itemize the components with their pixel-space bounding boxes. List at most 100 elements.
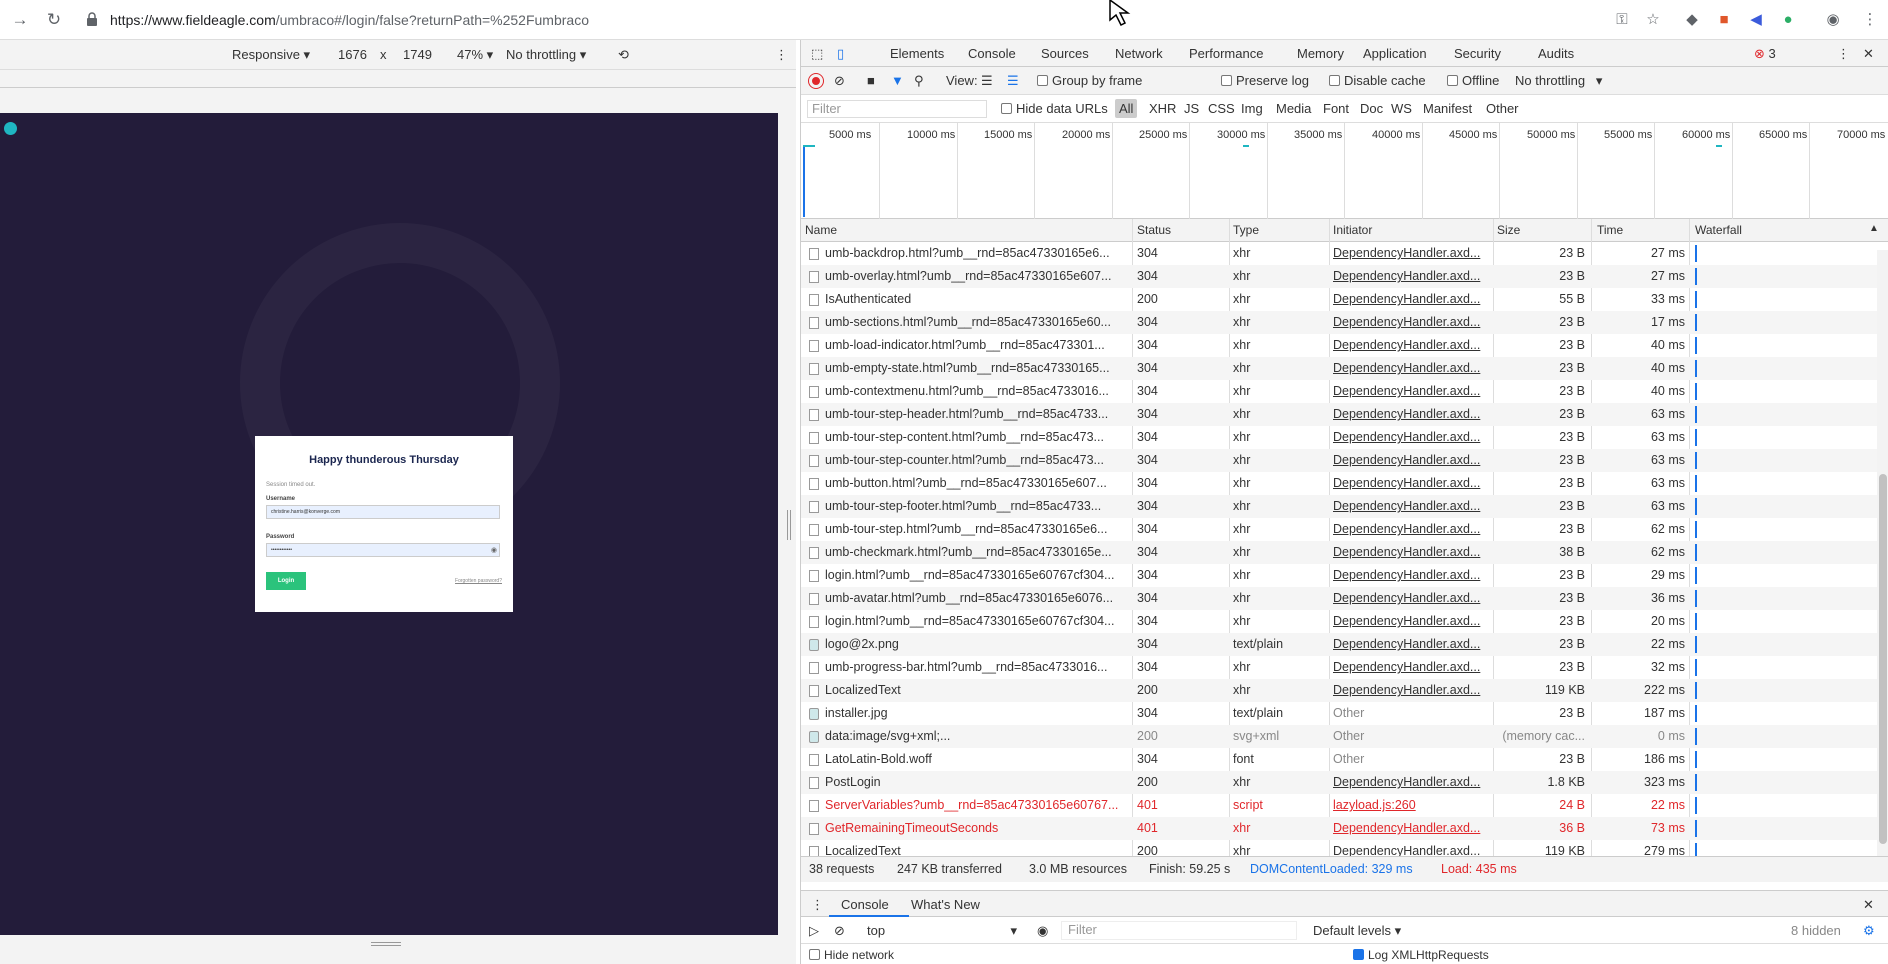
table-row[interactable]: umb-tour-step-header.html?umb__rnd=85ac4… bbox=[801, 403, 1888, 426]
table-row[interactable]: umb-progress-bar.html?umb__rnd=85ac47330… bbox=[801, 656, 1888, 679]
cell-initiator[interactable]: DependencyHandler.axd... bbox=[1333, 771, 1489, 794]
filter-media[interactable]: Media bbox=[1276, 101, 1311, 116]
device-mode-select[interactable]: Responsive ▾ bbox=[232, 47, 310, 63]
table-row[interactable]: umb-tour-step-counter.html?umb__rnd=85ac… bbox=[801, 449, 1888, 472]
filter-doc[interactable]: Doc bbox=[1360, 101, 1383, 116]
cell-initiator[interactable]: DependencyHandler.axd... bbox=[1333, 495, 1489, 518]
table-row[interactable]: umb-checkmark.html?umb__rnd=85ac47330165… bbox=[801, 541, 1888, 564]
drawer-tab-console[interactable]: Console bbox=[841, 897, 889, 912]
col-initiator[interactable]: Initiator bbox=[1333, 223, 1372, 237]
tab-sources[interactable]: Sources bbox=[1041, 46, 1089, 61]
sort-icon[interactable]: ▲ bbox=[1869, 223, 1879, 234]
table-row[interactable]: PostLogin 200 xhr DependencyHandler.axd... 1… bbox=[801, 771, 1888, 794]
log-xhr-checkbox[interactable]: Log XMLHttpRequests bbox=[1353, 948, 1489, 962]
forgotten-password-link[interactable]: Forgotten password? bbox=[455, 578, 502, 584]
scrollbar-thumb[interactable] bbox=[1879, 474, 1887, 844]
cell-initiator[interactable]: DependencyHandler.axd... bbox=[1333, 679, 1489, 702]
cell-initiator[interactable]: DependencyHandler.axd... bbox=[1333, 357, 1489, 380]
network-throttling-select[interactable]: No throttling ▾ bbox=[1515, 73, 1602, 89]
inspect-icon[interactable]: ⬚ bbox=[811, 46, 823, 62]
cell-initiator[interactable]: DependencyHandler.axd... bbox=[1333, 541, 1489, 564]
close-icon[interactable]: ✕ bbox=[1863, 897, 1874, 913]
tab-memory[interactable]: Memory bbox=[1297, 46, 1344, 61]
cell-initiator[interactable]: DependencyHandler.axd... bbox=[1333, 564, 1489, 587]
cell-initiator[interactable]: DependencyHandler.axd... bbox=[1333, 817, 1489, 840]
table-row[interactable]: login.html?umb__rnd=85ac47330165e60767cf… bbox=[801, 610, 1888, 633]
close-icon[interactable]: ✕ bbox=[1863, 46, 1874, 62]
address-bar[interactable]: https://www.fieldeagle.com/umbraco#/logi… bbox=[110, 12, 589, 28]
screenshot-icon[interactable]: ■ bbox=[867, 73, 875, 88]
record-icon[interactable] bbox=[809, 74, 823, 88]
width-input[interactable]: 1676 bbox=[338, 47, 367, 62]
clear-console-icon[interactable]: ⊘ bbox=[834, 923, 845, 939]
cell-initiator[interactable]: DependencyHandler.axd... bbox=[1333, 633, 1489, 656]
error-badge[interactable]: ⊗ 3 bbox=[1754, 46, 1776, 62]
drawer-tab-whats-new[interactable]: What's New bbox=[911, 897, 980, 912]
table-row[interactable]: logo@2x.png 304 text/plain DependencyHandle… bbox=[801, 633, 1888, 656]
table-row[interactable]: umb-contextmenu.html?umb__rnd=85ac473301… bbox=[801, 380, 1888, 403]
table-row[interactable]: umb-overlay.html?umb__rnd=85ac47330165e6… bbox=[801, 265, 1888, 288]
cell-initiator[interactable]: DependencyHandler.axd... bbox=[1333, 426, 1489, 449]
col-status[interactable]: Status bbox=[1137, 223, 1171, 237]
table-row[interactable]: umb-tour-step.html?umb__rnd=85ac47330165… bbox=[801, 518, 1888, 541]
cell-initiator[interactable]: DependencyHandler.axd... bbox=[1333, 587, 1489, 610]
tab-audits[interactable]: Audits bbox=[1538, 46, 1574, 61]
eye-icon[interactable]: ◉ bbox=[491, 546, 497, 554]
disable-cache-checkbox[interactable]: Disable cache bbox=[1329, 73, 1426, 88]
cell-initiator[interactable]: DependencyHandler.axd... bbox=[1333, 288, 1489, 311]
table-row[interactable]: GetRemainingTimeoutSeconds 401 xhr Dependen… bbox=[801, 817, 1888, 840]
extension-icon-3[interactable]: ◀ bbox=[1746, 10, 1766, 30]
cell-initiator[interactable]: DependencyHandler.axd... bbox=[1333, 380, 1489, 403]
col-size[interactable]: Size bbox=[1497, 223, 1520, 237]
filter-icon[interactable]: ▼ bbox=[891, 73, 904, 88]
rotate-icon[interactable]: ⟲ bbox=[618, 47, 629, 63]
table-row[interactable]: umb-tour-step-content.html?umb__rnd=85ac… bbox=[801, 426, 1888, 449]
table-row[interactable]: umb-load-indicator.html?umb__rnd=85ac473… bbox=[801, 334, 1888, 357]
cell-initiator[interactable]: DependencyHandler.axd... bbox=[1333, 518, 1489, 541]
extension-icon-4[interactable]: ● bbox=[1778, 10, 1798, 30]
throttling-select[interactable]: No throttling ▾ bbox=[506, 47, 586, 63]
sidebar-toggle-icon[interactable]: ▷ bbox=[809, 923, 819, 939]
filter-css[interactable]: CSS bbox=[1208, 101, 1235, 116]
zoom-select[interactable]: 47% ▾ bbox=[457, 47, 493, 63]
key-icon[interactable]: ⚿ bbox=[1612, 10, 1632, 30]
cell-initiator[interactable]: DependencyHandler.axd... bbox=[1333, 656, 1489, 679]
cell-initiator[interactable]: DependencyHandler.axd... bbox=[1333, 403, 1489, 426]
table-row[interactable]: umb-tour-step-footer.html?umb__rnd=85ac4… bbox=[801, 495, 1888, 518]
cell-initiator[interactable]: DependencyHandler.axd... bbox=[1333, 334, 1489, 357]
reload-icon[interactable]: ↻ bbox=[42, 8, 66, 32]
cell-initiator[interactable]: lazyload.js:260 bbox=[1333, 794, 1489, 817]
table-row[interactable]: ServerVariables?umb__rnd=85ac47330165e60… bbox=[801, 794, 1888, 817]
table-row[interactable]: LatoLatin-Bold.woff 304 font Other 23 B 186 m… bbox=[801, 748, 1888, 771]
context-select[interactable]: top ▾ bbox=[867, 923, 1017, 938]
table-row[interactable]: login.html?umb__rnd=85ac47330165e60767cf… bbox=[801, 564, 1888, 587]
table-row[interactable]: umb-backdrop.html?umb__rnd=85ac47330165e… bbox=[801, 242, 1888, 265]
overview-icon[interactable]: ☰ bbox=[1007, 73, 1019, 89]
tab-network[interactable]: Network bbox=[1105, 46, 1173, 69]
cell-initiator[interactable]: DependencyHandler.axd... bbox=[1333, 472, 1489, 495]
filter-ws[interactable]: WS bbox=[1391, 101, 1412, 116]
clear-icon[interactable]: ⊘ bbox=[834, 73, 845, 89]
cell-initiator[interactable]: DependencyHandler.axd... bbox=[1333, 610, 1489, 633]
password-field[interactable]: •••••••••••• bbox=[266, 543, 500, 557]
table-row[interactable]: installer.jpg 304 text/plain Other 23 B 187 m… bbox=[801, 702, 1888, 725]
filter-all[interactable]: All bbox=[1115, 99, 1138, 118]
tab-security[interactable]: Security bbox=[1454, 46, 1501, 61]
table-row[interactable]: LocalizedText 200 xhr DependencyHandler.axd… bbox=[801, 840, 1888, 856]
tab-performance[interactable]: Performance bbox=[1189, 46, 1263, 61]
col-time[interactable]: Time bbox=[1597, 223, 1623, 237]
filter-other[interactable]: Other bbox=[1486, 101, 1519, 116]
filter-manifest[interactable]: Manifest bbox=[1423, 101, 1472, 116]
cell-initiator[interactable]: Other bbox=[1333, 748, 1489, 771]
resize-handle[interactable] bbox=[371, 942, 401, 946]
more-icon[interactable]: ⋮ bbox=[775, 47, 788, 63]
gear-icon[interactable]: ⚙ bbox=[1863, 923, 1875, 939]
levels-select[interactable]: Default levels ▾ bbox=[1313, 923, 1401, 939]
resize-handle-side[interactable] bbox=[787, 510, 791, 540]
table-row[interactable]: umb-button.html?umb__rnd=85ac47330165e60… bbox=[801, 472, 1888, 495]
avatar[interactable]: ◉ bbox=[1823, 10, 1843, 30]
cell-initiator[interactable]: DependencyHandler.axd... bbox=[1333, 311, 1489, 334]
table-row[interactable]: LocalizedText 200 xhr DependencyHandler.axd… bbox=[801, 679, 1888, 702]
filter-xhr[interactable]: XHR bbox=[1149, 101, 1176, 116]
filter-js[interactable]: JS bbox=[1184, 101, 1199, 116]
